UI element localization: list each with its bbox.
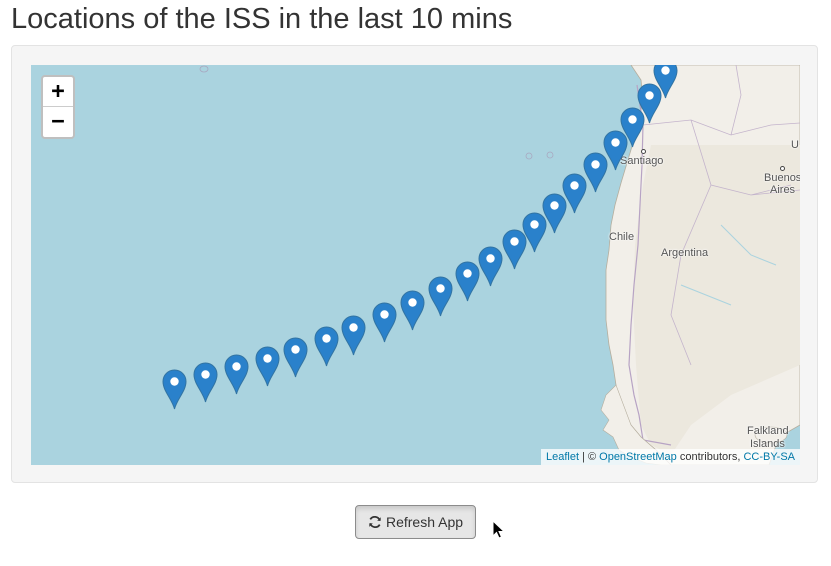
iss-location-marker[interactable]: [283, 337, 308, 378]
iss-location-marker[interactable]: [455, 261, 480, 302]
label-falkland-1: Falkland: [747, 425, 789, 437]
iss-location-marker[interactable]: [400, 290, 425, 331]
zoom-out-button[interactable]: −: [43, 107, 73, 137]
mouse-pointer-icon: [492, 520, 506, 539]
iss-location-marker[interactable]: [193, 362, 218, 403]
iss-location-marker[interactable]: [478, 246, 503, 287]
zoom-in-button[interactable]: +: [43, 77, 73, 107]
attribution-contributors: contributors,: [676, 451, 744, 463]
iss-map[interactable]: Santiago Chile Argentina Buenos Aires Fa…: [31, 65, 800, 465]
iss-location-marker[interactable]: [224, 354, 249, 395]
label-edge-u: U: [791, 139, 799, 151]
zoom-control: + −: [41, 75, 75, 139]
iss-location-marker[interactable]: [372, 302, 397, 343]
iss-location-marker[interactable]: [341, 315, 366, 356]
refresh-icon: [369, 515, 381, 529]
label-argentina: Argentina: [661, 247, 709, 259]
label-buenos-aires-1: Buenos: [764, 172, 800, 184]
refresh-app-label: Refresh App: [385, 514, 464, 530]
iss-location-marker[interactable]: [314, 326, 339, 367]
iss-location-marker[interactable]: [161, 369, 187, 410]
leaflet-link[interactable]: Leaflet: [546, 451, 579, 463]
iss-location-marker[interactable]: [255, 346, 280, 387]
map-attribution: Leaflet | © OpenStreetMap contributors, …: [540, 449, 800, 465]
page-title: Locations of the ISS in the last 10 mins: [11, 3, 513, 35]
label-buenos-aires-2: Aires: [770, 184, 796, 196]
label-chile: Chile: [609, 231, 635, 243]
iss-location-marker[interactable]: [428, 276, 453, 317]
map-tiles: [31, 65, 800, 465]
refresh-app-button[interactable]: Refresh App: [355, 505, 476, 539]
openstreetmap-link[interactable]: OpenStreetMap: [599, 451, 677, 463]
attribution-separator: | ©: [579, 451, 600, 463]
license-link[interactable]: CC-BY-SA: [743, 451, 795, 463]
iss-location-marker[interactable]: [653, 65, 678, 99]
santiago-dot: [641, 149, 646, 154]
buenos-aires-dot: [780, 166, 785, 171]
